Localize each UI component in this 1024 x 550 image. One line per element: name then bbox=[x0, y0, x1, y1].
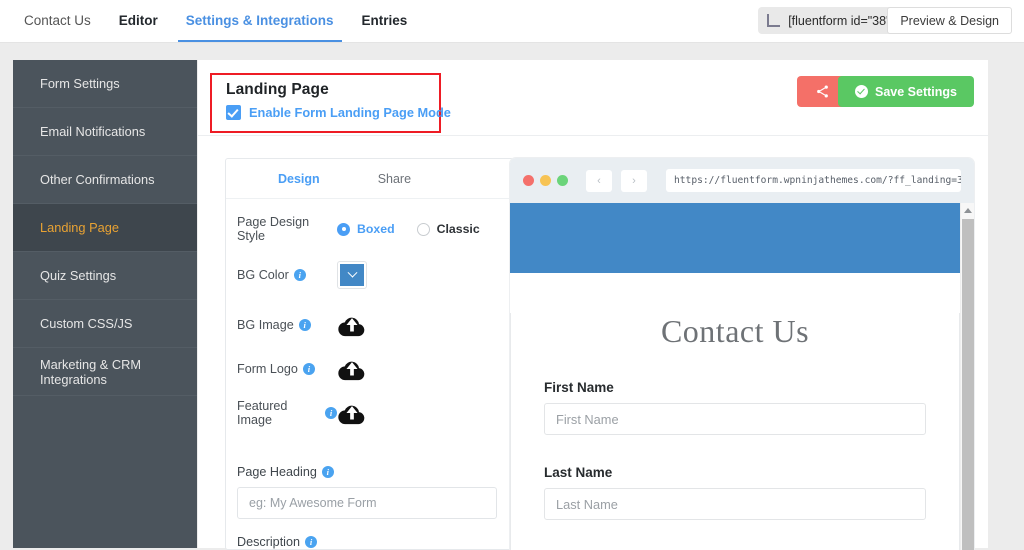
description-label: Description i bbox=[226, 535, 513, 549]
sidebar-item-landing-page[interactable]: Landing Page bbox=[13, 204, 197, 252]
minimize-dot-icon bbox=[540, 175, 551, 186]
sidebar-item-quiz-settings[interactable]: Quiz Settings bbox=[13, 252, 197, 300]
radio-boxed[interactable]: Boxed bbox=[337, 222, 395, 236]
sidebar-item-custom-css-js[interactable]: Custom CSS/JS bbox=[13, 300, 197, 348]
close-dot-icon bbox=[523, 175, 534, 186]
preview-first-name-label: First Name bbox=[544, 380, 614, 395]
preview-browser-chrome: ‹ › https://fluentform.wpninjathemes.com… bbox=[510, 158, 974, 203]
info-icon[interactable]: i bbox=[305, 536, 317, 548]
featured-image-label: Featured Image i bbox=[237, 399, 337, 427]
form-logo-row: Form Logo i bbox=[226, 351, 513, 387]
tab-contact-us[interactable]: Contact Us bbox=[10, 0, 105, 42]
back-button[interactable]: ‹ bbox=[586, 169, 612, 192]
tab-design[interactable]: Design bbox=[278, 172, 320, 186]
sidebar-item-email-notifications[interactable]: Email Notifications bbox=[13, 108, 197, 156]
info-icon[interactable]: i bbox=[298, 319, 311, 331]
shortcode-copy-pill[interactable]: [fluentform id="38"] bbox=[758, 7, 906, 34]
preview-viewport: Contact Us First Name First Name Last Na… bbox=[510, 203, 974, 550]
primary-tab-nav: Contact Us Editor Settings & Integration… bbox=[10, 0, 421, 42]
radio-classic[interactable]: Classic bbox=[416, 222, 480, 236]
radio-unselected-icon[interactable] bbox=[416, 222, 430, 236]
page-design-style-radio-group: Boxed Classic bbox=[337, 222, 480, 236]
bg-image-label-text: BG Image bbox=[237, 318, 294, 332]
page-heading-input[interactable]: eg: My Awesome Form bbox=[237, 487, 497, 519]
maximize-dot-icon bbox=[557, 175, 568, 186]
preview-and-design-button[interactable]: Preview & Design bbox=[887, 7, 1012, 34]
design-share-tabs: Design Share bbox=[226, 159, 513, 199]
preview-first-name-input[interactable]: First Name bbox=[544, 403, 926, 435]
preview-form-card: Contact Us First Name First Name Last Na… bbox=[510, 313, 960, 550]
scrollbar-thumb[interactable] bbox=[962, 219, 974, 550]
bg-color-picker[interactable] bbox=[337, 261, 367, 289]
sidebar-item-marketing-crm-integrations[interactable]: Marketing & CRM Integrations bbox=[13, 348, 197, 396]
bg-color-swatch-fill bbox=[340, 264, 364, 286]
check-circle-icon bbox=[855, 85, 869, 98]
preview-last-name-input[interactable]: Last Name bbox=[544, 488, 926, 520]
main-content-panel: Landing Page Enable Form Landing Page Mo… bbox=[198, 60, 988, 550]
form-logo-label: Form Logo i bbox=[237, 362, 337, 376]
landing-page-settings-card: Design Share Page Design Style Boxed Cla… bbox=[225, 158, 514, 550]
bg-color-label-text: BG Color bbox=[237, 268, 289, 282]
shortcode-icon bbox=[767, 14, 781, 27]
info-icon[interactable]: i bbox=[325, 407, 337, 419]
tab-settings-integrations[interactable]: Settings & Integrations bbox=[172, 0, 348, 42]
radio-selected-icon[interactable] bbox=[337, 222, 350, 236]
save-settings-button[interactable]: Save Settings bbox=[838, 76, 974, 107]
checkbox-checked-icon[interactable] bbox=[226, 105, 241, 120]
preview-banner bbox=[510, 203, 960, 273]
info-icon[interactable]: i bbox=[302, 363, 315, 375]
scroll-up-arrow-icon[interactable] bbox=[964, 208, 972, 213]
bg-color-row: BG Color i bbox=[226, 257, 513, 293]
cloud-upload-icon[interactable] bbox=[337, 313, 367, 337]
page-design-style-label: Page Design Style bbox=[237, 215, 310, 243]
featured-image-row: Featured Image i bbox=[226, 395, 513, 431]
info-icon[interactable]: i bbox=[321, 466, 334, 478]
cloud-upload-icon[interactable] bbox=[337, 357, 367, 381]
form-logo-label-text: Form Logo bbox=[237, 362, 298, 376]
description-label-text: Description bbox=[237, 535, 300, 549]
top-bar: Contact Us Editor Settings & Integration… bbox=[0, 0, 1024, 43]
radio-classic-label: Classic bbox=[436, 222, 480, 236]
save-settings-label: Save Settings bbox=[875, 84, 957, 99]
window-control-dots bbox=[523, 175, 568, 186]
preview-scrollbar[interactable] bbox=[960, 203, 974, 550]
sidebar-item-other-confirmations[interactable]: Other Confirmations bbox=[13, 156, 197, 204]
page-heading-label-text: Page Heading bbox=[237, 465, 317, 479]
bg-image-label: BG Image i bbox=[237, 318, 337, 332]
info-icon[interactable]: i bbox=[293, 269, 306, 281]
address-bar[interactable]: https://fluentform.wpninjathemes.com/?ff… bbox=[666, 169, 961, 192]
share-icon bbox=[816, 85, 828, 98]
settings-sidebar: Form Settings Email Notifications Other … bbox=[13, 60, 197, 548]
page-title: Landing Page bbox=[226, 81, 329, 98]
enable-landing-page-mode-toggle[interactable]: Enable Form Landing Page Mode bbox=[226, 105, 451, 120]
forward-button[interactable]: › bbox=[621, 169, 647, 192]
tab-editor[interactable]: Editor bbox=[105, 0, 172, 42]
page-design-style-row: Page Design Style Boxed Classic bbox=[226, 211, 513, 247]
bg-color-label: BG Color i bbox=[237, 268, 337, 282]
shortcode-text: [fluentform id="38"] bbox=[788, 13, 894, 28]
chevron-down-icon bbox=[347, 267, 357, 278]
featured-image-label-text: Featured Image bbox=[237, 399, 288, 427]
landing-page-preview: ‹ › https://fluentform.wpninjathemes.com… bbox=[510, 158, 974, 550]
sidebar-item-form-settings[interactable]: Form Settings bbox=[13, 60, 197, 108]
landing-page-header: Landing Page Enable Form Landing Page Mo… bbox=[198, 60, 988, 136]
cloud-upload-icon[interactable] bbox=[337, 401, 367, 425]
tab-share[interactable]: Share bbox=[378, 172, 411, 186]
preview-last-name-label: Last Name bbox=[544, 465, 613, 480]
enable-landing-page-mode-label: Enable Form Landing Page Mode bbox=[249, 105, 451, 120]
preview-form-title: Contact Us bbox=[660, 313, 810, 349]
page-heading-label: Page Heading i bbox=[226, 465, 513, 479]
radio-boxed-label: Boxed bbox=[357, 222, 395, 236]
tab-entries[interactable]: Entries bbox=[348, 0, 422, 42]
bg-image-row: BG Image i bbox=[226, 307, 513, 343]
